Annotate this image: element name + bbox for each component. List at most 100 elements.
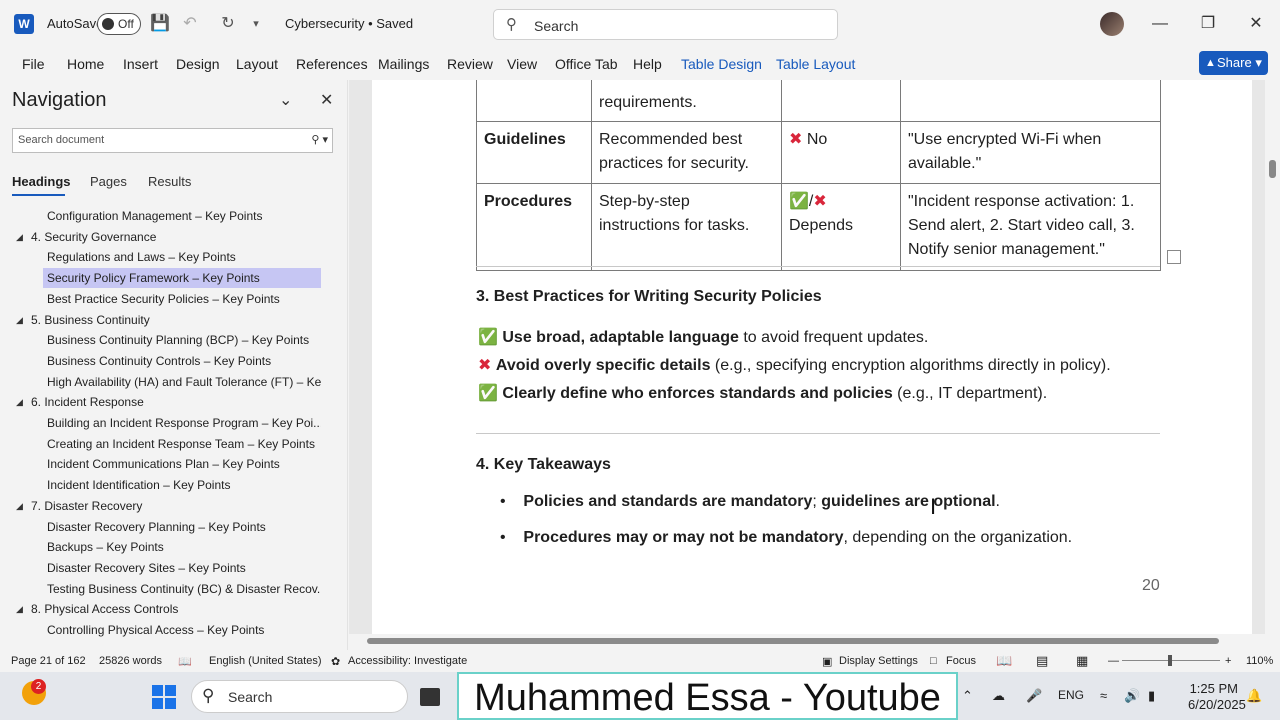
zoom-in-icon[interactable]: + [1225, 655, 1231, 667]
tab-table-design[interactable]: Table Design [681, 56, 762, 72]
zoom-slider-thumb[interactable] [1168, 655, 1172, 666]
customize-icon[interactable]: ▾ [246, 14, 266, 34]
collapse-caret-icon[interactable]: ◢ [16, 232, 23, 243]
app-icon[interactable] [420, 688, 440, 706]
scroll-thumb[interactable] [367, 638, 1219, 644]
nav-heading-item[interactable]: Configuration Management – Key Points [43, 206, 321, 226]
tab-layout[interactable]: Layout [236, 56, 278, 72]
close-icon[interactable]: ✕ [1244, 12, 1268, 36]
nav-heading-item[interactable]: Incident Communications Plan – Key Point… [43, 454, 321, 474]
close-nav-icon[interactable]: ✕ [320, 90, 333, 110]
table-cell[interactable]: Guidelines [476, 121, 592, 184]
collapse-caret-icon[interactable]: ◢ [16, 501, 23, 512]
nav-heading-item[interactable]: Backups – Key Points [43, 537, 321, 557]
title-search-box[interactable]: ⚲ Search [493, 9, 838, 40]
table-cell[interactable]: "Incident response activation: 1. Send a… [900, 183, 1161, 271]
accessibility-status[interactable]: Accessibility: Investigate [348, 655, 467, 667]
nav-heading-item[interactable]: 5. Business Continuity [31, 310, 321, 330]
table-cell[interactable]: ✅/✖ Depends [781, 183, 901, 271]
language-indicator[interactable]: ENG [1058, 688, 1084, 702]
document-title[interactable]: Cybersecurity • Saved [285, 16, 413, 31]
autosave-toggle[interactable]: Off [97, 13, 141, 35]
language[interactable]: English (United States) [209, 655, 322, 667]
horizontal-scrollbar[interactable] [349, 634, 1265, 648]
taskbar-search[interactable]: ⚲ Search [191, 680, 408, 713]
vertical-scrollbar[interactable] [1265, 80, 1280, 635]
nav-heading-item[interactable]: Incident Identification – Key Points [43, 475, 321, 495]
collapse-caret-icon[interactable]: ◢ [16, 604, 23, 615]
chevron-down-icon[interactable]: ⌄ [279, 90, 292, 110]
windows-start-icon[interactable] [152, 685, 176, 709]
avatar[interactable] [1100, 12, 1124, 36]
table-cell[interactable]: Procedures [476, 183, 592, 271]
nav-heading-item[interactable]: 7. Disaster Recovery [31, 496, 321, 516]
share-button[interactable]: ▲ Share ▾ [1199, 51, 1268, 75]
notifications-icon[interactable]: 🔔 [1246, 688, 1262, 704]
nav-heading-item[interactable]: Disaster Recovery Sites – Key Points [43, 558, 321, 578]
web-layout-icon[interactable]: ▦ [1076, 653, 1088, 669]
nav-heading-item[interactable]: Business Continuity Planning (BCP) – Key… [43, 330, 321, 350]
table-cell[interactable]: requirements. [591, 80, 782, 122]
tab-design[interactable]: Design [176, 56, 220, 72]
scroll-thumb[interactable] [1269, 160, 1276, 178]
redo-icon[interactable]: ↻ [218, 14, 238, 34]
volume-icon[interactable]: 🔊 [1124, 688, 1140, 704]
nav-heading-item[interactable]: Security Policy Framework – Key Points [43, 268, 321, 289]
table-cell[interactable]: Step-by-step instructions for tasks. [591, 183, 782, 271]
nav-tab-headings[interactable]: Headings [12, 174, 71, 189]
nav-search-input[interactable]: Search document ⚲ ▾ [12, 128, 333, 153]
document-area[interactable]: requirements. Guidelines Recommended bes… [349, 80, 1265, 635]
table-resize-handle[interactable] [1167, 250, 1181, 264]
table-cell[interactable]: "Use encrypted Wi-Fi when available." [900, 121, 1161, 184]
network-off-icon[interactable]: ☁ [992, 688, 1005, 704]
tab-file[interactable]: File [22, 56, 45, 72]
tab-table-layout[interactable]: Table Layout [776, 56, 855, 72]
policy-table[interactable]: requirements. Guidelines Recommended bes… [476, 80, 1161, 271]
collapse-caret-icon[interactable]: ◢ [16, 315, 23, 326]
table-cell[interactable] [781, 80, 901, 122]
zoom-level[interactable]: 110% [1246, 655, 1273, 667]
tab-insert[interactable]: Insert [123, 56, 158, 72]
battery-icon[interactable]: ▮ [1148, 688, 1155, 704]
table-cell[interactable]: Recommended best practices for security. [591, 121, 782, 184]
undo-icon[interactable]: ↶ [180, 14, 200, 34]
print-layout-icon[interactable]: ▤ [1036, 653, 1048, 669]
nav-heading-item[interactable]: High Availability (HA) and Fault Toleran… [43, 372, 321, 392]
proofing-icon[interactable]: 📖 [178, 655, 192, 668]
word-count[interactable]: 25826 words [99, 655, 162, 667]
system-clock[interactable]: 1:25 PM 6/20/2025 [1188, 681, 1246, 713]
save-icon[interactable]: 💾 [150, 14, 170, 34]
search-options-icon[interactable]: ⚲ ▾ [311, 133, 328, 146]
nav-tab-results[interactable]: Results [148, 174, 191, 189]
tab-mailings[interactable]: Mailings [378, 56, 429, 72]
tab-references[interactable]: References [296, 56, 368, 72]
tab-help[interactable]: Help [633, 56, 662, 72]
read-mode-icon[interactable]: 📖 [996, 653, 1012, 669]
display-settings[interactable]: Display Settings [839, 655, 918, 667]
tab-view[interactable]: View [507, 56, 537, 72]
tab-review[interactable]: Review [447, 56, 493, 72]
nav-heading-item[interactable]: Building an Incident Response Program – … [43, 413, 321, 433]
page-count[interactable]: Page 21 of 162 [11, 655, 86, 667]
tab-office-tab[interactable]: Office Tab [555, 56, 618, 72]
nav-heading-item[interactable]: 8. Physical Access Controls [31, 599, 321, 619]
zoom-out-icon[interactable]: — [1108, 655, 1119, 667]
nav-tab-pages[interactable]: Pages [90, 174, 127, 189]
document-page[interactable]: requirements. Guidelines Recommended bes… [372, 80, 1252, 635]
chevron-up-icon[interactable]: ⌃ [962, 688, 973, 704]
table-cell[interactable]: ✖ No [781, 121, 901, 184]
nav-heading-item[interactable]: Best Practice Security Policies – Key Po… [43, 289, 321, 309]
minimize-icon[interactable]: — [1148, 12, 1172, 36]
wifi-icon[interactable]: ≈ [1100, 688, 1107, 703]
nav-heading-item[interactable]: Creating an Incident Response Team – Key… [43, 434, 321, 454]
nav-heading-item[interactable]: Business Continuity Controls – Key Point… [43, 351, 321, 371]
nav-heading-item[interactable]: Disaster Recovery Planning – Key Points [43, 517, 321, 537]
collapse-caret-icon[interactable]: ◢ [16, 397, 23, 408]
nav-heading-item[interactable]: Controlling Physical Access – Key Points [43, 620, 321, 640]
microphone-icon[interactable]: 🎤 [1026, 688, 1042, 704]
tab-home[interactable]: Home [67, 56, 104, 72]
table-cell[interactable] [900, 80, 1161, 122]
table-cell[interactable] [476, 80, 592, 122]
focus-mode[interactable]: Focus [946, 655, 976, 667]
nav-heading-item[interactable]: 6. Incident Response [31, 392, 321, 412]
